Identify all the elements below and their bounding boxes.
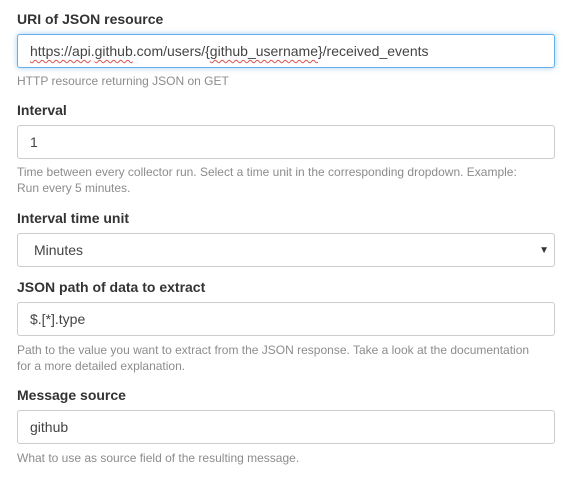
uri-input[interactable]: https://api.github.com/users/{github_use… — [17, 34, 555, 68]
message-source-value: github — [30, 419, 69, 435]
interval-input[interactable]: 1 — [17, 125, 555, 159]
json-path-value: $.[*].type — [30, 311, 86, 327]
interval-unit-selected: Minutes — [34, 242, 84, 258]
interval-help-line-2: Run every 5 minutes. — [17, 181, 131, 195]
interval-help-line-1: Time between every collector run. Select… — [17, 165, 517, 179]
json-path-help-text: Path to the value you want to extract fr… — [17, 342, 529, 374]
uri-label: URI of JSON resource — [17, 11, 164, 27]
interval-label: Interval — [17, 102, 67, 118]
uri-field-group: URI of JSON resource — [17, 11, 163, 28]
interval-unit-select[interactable]: Minutes ▼ — [17, 233, 555, 267]
json-path-help-line-1: Path to the value you want to extract fr… — [17, 343, 530, 357]
caret-down-icon: ▼ — [539, 244, 549, 256]
json-path-input[interactable]: $.[*].type — [17, 302, 555, 336]
message-source-label: Message source — [17, 387, 126, 403]
interval-value: 1 — [30, 134, 38, 150]
json-path-label: JSON path of data to extract — [17, 279, 206, 295]
interval-unit-label: Interval time unit — [17, 210, 130, 226]
message-source-input[interactable]: github — [17, 410, 555, 444]
json-path-help-line-2: for a more detailed explanation. — [17, 359, 186, 373]
uri-help-text: HTTP resource returning JSON on GET — [17, 74, 229, 88]
interval-help-text: Time between every collector run. Select… — [17, 164, 517, 196]
uri-value: https://api.github.com/users/{github_use… — [30, 43, 429, 59]
message-source-help-text: What to use as source field of the resul… — [17, 451, 300, 465]
